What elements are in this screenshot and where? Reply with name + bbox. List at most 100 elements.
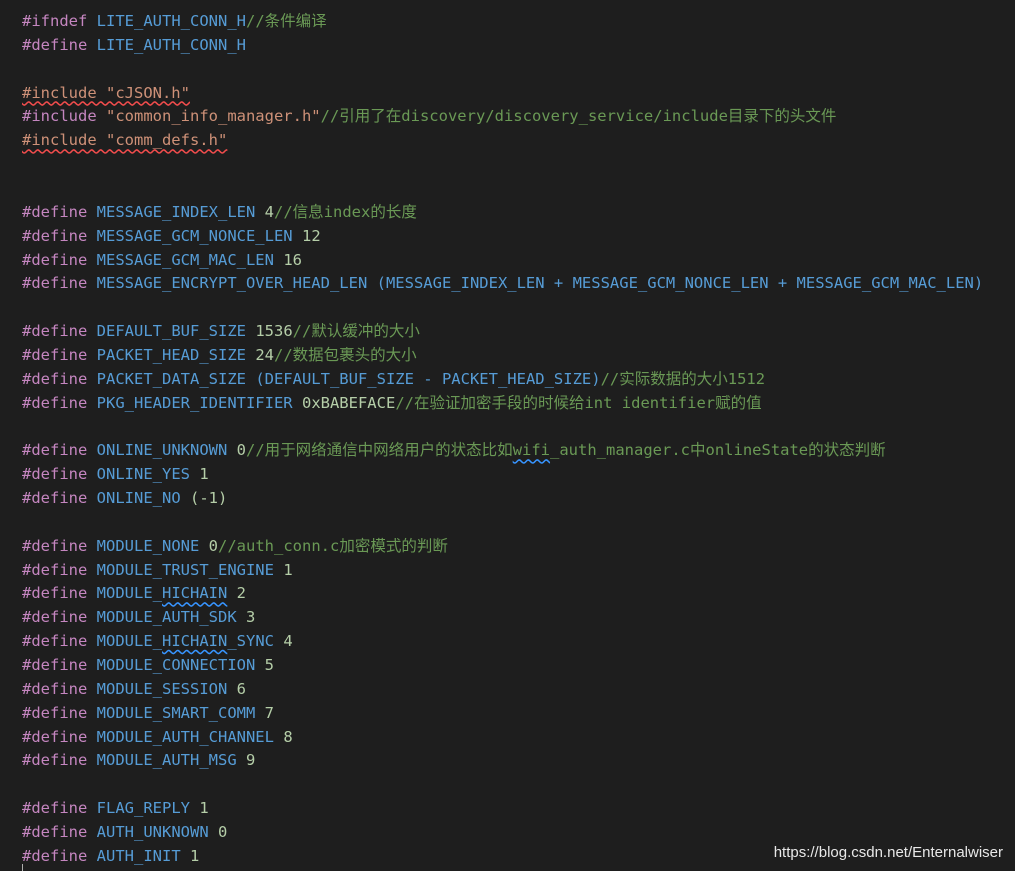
code-token: 1536 xyxy=(255,322,293,341)
code-token: HICHAIN xyxy=(162,632,228,651)
code-line[interactable]: #define MESSAGE_GCM_MAC_LEN 16 xyxy=(22,248,302,272)
code-editor[interactable]: #ifndef LITE_AUTH_CONN_H//条件编译 #define LI… xyxy=(0,0,1015,871)
code-line[interactable]: #define MESSAGE_INDEX_LEN 4//信息index的长度 xyxy=(22,200,417,224)
code-token: MODULE_CONNECTION xyxy=(96,655,256,674)
code-line[interactable]: #define MESSAGE_GCM_NONCE_LEN 12 xyxy=(22,224,321,248)
code-token: 5 xyxy=(264,655,274,674)
code-line[interactable]: #define MODULE_TRUST_ENGINE 1 xyxy=(22,558,293,582)
code-line[interactable]: #define MODULE_CONNECTION 5 xyxy=(22,653,274,677)
code-token: //信息index的长度 xyxy=(274,202,417,221)
code-token: MODULE_ xyxy=(96,584,162,603)
code-token: wifi xyxy=(512,441,551,460)
code-token: MODULE_SESSION xyxy=(96,679,228,698)
code-line[interactable]: #define AUTH_INIT 1 xyxy=(22,844,199,868)
code-line[interactable]: #define MODULE_SESSION 6 xyxy=(22,677,246,701)
code-token: MODULE_AUTH_MSG xyxy=(96,751,237,770)
code-token: #include "comm_defs.h" xyxy=(22,131,228,150)
code-token: #define xyxy=(22,679,88,698)
code-token: FLAG_REPLY xyxy=(96,799,190,818)
code-token: MESSAGE_GCM_MAC_LEN xyxy=(96,250,274,269)
code-token: #define xyxy=(22,822,88,841)
code-line[interactable]: #define DEFAULT_BUF_SIZE 1536//默认缓冲的大小 xyxy=(22,319,420,343)
code-token: //默认缓冲的大小 xyxy=(292,322,420,341)
code-token: MESSAGE_INDEX_LEN xyxy=(96,202,256,221)
code-token: #define xyxy=(22,465,88,484)
code-token: MESSAGE_GCM_NONCE_LEN xyxy=(96,226,293,245)
code-token: #define xyxy=(22,560,88,579)
code-line[interactable]: #define FLAG_REPLY 1 xyxy=(22,796,209,820)
code-line[interactable]: #define PKG_HEADER_IDENTIFIER 0xBABEFACE… xyxy=(22,391,762,415)
code-line[interactable]: #define MODULE_NONE 0//auth_conn.c加密模式的判… xyxy=(22,534,448,558)
code-token: #define xyxy=(22,226,88,245)
code-token: LITE_AUTH_CONN_H xyxy=(96,35,246,54)
code-line[interactable]: #include "common_info_manager.h"//引用了在di… xyxy=(22,104,836,128)
code-token: #define xyxy=(22,584,88,603)
code-line[interactable]: #define MODULE_HICHAIN_SYNC 4 xyxy=(22,629,293,653)
code-line[interactable]: #include "comm_defs.h" xyxy=(22,128,227,152)
code-token: #define xyxy=(22,536,88,555)
code-line[interactable]: #include "cJSON.h" xyxy=(22,81,190,105)
code-token: ONLINE_UNKNOWN xyxy=(96,441,228,460)
code-token: //引用了在discovery/discovery_service/includ… xyxy=(320,107,837,126)
code-token: MESSAGE_ENCRYPT_OVER_HEAD_LEN xyxy=(96,274,368,293)
code-token: #define xyxy=(22,322,88,341)
code-token: HICHAIN xyxy=(162,584,228,603)
code-line[interactable]: #define AUTH_UNKNOWN 0 xyxy=(22,820,227,844)
code-token: #define xyxy=(22,250,88,269)
code-token: 0 xyxy=(208,536,219,555)
code-token: 0 xyxy=(218,822,228,841)
code-token: 4 xyxy=(264,202,274,221)
code-line[interactable]: #define LITE_AUTH_CONN_H xyxy=(22,33,246,57)
code-token: AUTH_INIT xyxy=(96,846,181,865)
code-token: MODULE_AUTH_SDK xyxy=(96,608,237,627)
code-token: 1 xyxy=(190,846,200,865)
code-token: #include xyxy=(22,107,97,126)
code-token: //在验证加密手段的时候给int identifier赋的值 xyxy=(395,393,762,412)
code-token: #define xyxy=(22,608,88,627)
code-token: MODULE_AUTH_CHANNEL xyxy=(96,727,274,746)
code-token: #define xyxy=(22,441,88,460)
code-line[interactable]: #define PACKET_DATA_SIZE (DEFAULT_BUF_SI… xyxy=(22,367,765,391)
code-line[interactable]: #define ONLINE_NO (-1) xyxy=(22,486,227,510)
code-line[interactable]: #define MODULE_AUTH_MSG 9 xyxy=(22,748,255,772)
code-line[interactable]: #define MODULE_SMART_COMM 7 xyxy=(22,701,274,725)
code-line[interactable]: #define ONLINE_YES 1 xyxy=(22,462,209,486)
code-line[interactable]: #ifndef LITE_AUTH_CONN_H//条件编译 xyxy=(22,9,327,33)
code-line[interactable]: #define MODULE_AUTH_CHANNEL 8 xyxy=(22,725,293,749)
code-token: #define xyxy=(22,489,88,507)
code-line[interactable]: #define MODULE_AUTH_SDK 3 xyxy=(22,605,255,629)
code-token: ONLINE_YES xyxy=(96,465,190,484)
code-token: //用于网络通信中网络用户的状态比如 xyxy=(246,441,513,460)
code-line[interactable]: #define MESSAGE_ENCRYPT_OVER_HEAD_LEN (M… xyxy=(22,271,983,295)
code-line[interactable]: #define ONLINE_UNKNOWN 0//用于网络通信中网络用户的状态… xyxy=(22,438,886,462)
code-token: #include "cJSON.h" xyxy=(22,83,190,102)
code-line[interactable]: #define PACKET_HEAD_SIZE 24//数据包裹头的大小 xyxy=(22,343,417,367)
code-token: 0 xyxy=(236,441,247,460)
watermark: https://blog.csdn.net/Enternalwiser xyxy=(773,844,1003,861)
code-token: #define xyxy=(22,35,88,54)
code-line[interactable]: #define MODULE_HICHAIN 2 xyxy=(22,581,246,605)
